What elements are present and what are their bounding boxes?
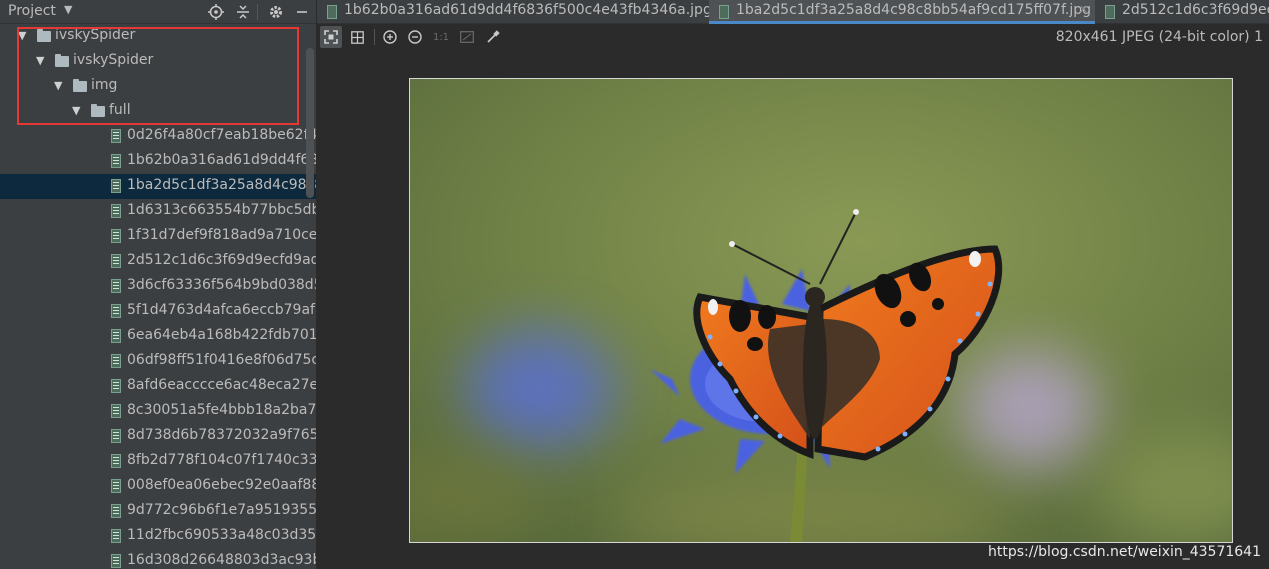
locate-icon[interactable] (206, 2, 226, 22)
tree-file-item[interactable]: 1d6313c663554b77bbc5db5 (0, 199, 316, 224)
image-file-icon (111, 479, 121, 493)
image-file-icon (111, 529, 121, 543)
tree-file-label: 9d772c96b6f1e7a9519355e (127, 502, 316, 518)
tree-file-label: 1f31d7def9f818ad9a710ce3 (127, 227, 316, 243)
tree-file-item[interactable]: 1b62b0a316ad61d9dd4f683 (0, 149, 316, 174)
zoom-in-icon[interactable] (379, 26, 401, 48)
image-canvas[interactable] (317, 50, 1269, 569)
image-file-icon (111, 254, 121, 268)
close-icon[interactable]: ✕ (1079, 3, 1088, 16)
tree-file-item[interactable]: 6ea64eb4a168b422fdb701b (0, 324, 316, 349)
tree-file-label: 8afd6eacccce6ac48eca27e5 (127, 377, 316, 393)
image-file-icon (111, 179, 121, 193)
tree-file-item[interactable]: 16d308d26648803d3ac93b1 (0, 549, 316, 569)
tree-file-item[interactable]: 5f1d4763d4afca6eccb79afa (0, 299, 316, 324)
gear-icon[interactable] (266, 2, 286, 22)
chevron-down-icon[interactable]: ▼ (64, 3, 72, 16)
project-panel: Project ▼ ▼ ivskySpider ▼ ivskySpider ▼ … (0, 0, 316, 569)
tree-file-item[interactable]: 8c30051a5fe4bbb18a2ba7a (0, 399, 316, 424)
tree-file-label: 1ba2d5c1df3a25a8d4c98c8b (127, 177, 316, 193)
image-file-icon (111, 554, 121, 568)
tree-file-item[interactable]: 008ef0ea06ebec92e0aaf88f (0, 474, 316, 499)
editor-tab-active[interactable]: 1ba2d5c1df3a25a8d4c98c8bb54af9cd175ff07f… (709, 0, 1095, 24)
tree-file-label: 0d26f4a80cf7eab18be62f41 (127, 127, 316, 143)
editor-tab[interactable]: 1b62b0a316ad61d9dd4f6836f500c4e43fb4346a… (317, 0, 709, 24)
image-file-icon (111, 204, 121, 218)
red-highlight-box (17, 27, 299, 125)
tree-file-item[interactable]: 9d772c96b6f1e7a9519355e (0, 499, 316, 524)
image-file-icon (111, 404, 121, 418)
fit-zoom-icon[interactable] (320, 26, 342, 48)
tree-file-label: 008ef0ea06ebec92e0aaf88f (127, 477, 316, 493)
hide-panel-icon[interactable] (292, 2, 312, 22)
tab-label: 2d512c1d6c3f69d9ec (1122, 2, 1269, 18)
watermark-url: https://blog.csdn.net/weixin_43571641 (987, 544, 1261, 560)
tab-label: 1ba2d5c1df3a25a8d4c98c8bb54af9cd175ff07f… (736, 2, 1091, 18)
image-toolbar: 1:1 820x461 JPEG (24-bit color) 1 (317, 24, 1269, 50)
image-file-icon (111, 129, 121, 143)
tree-file-label: 16d308d26648803d3ac93b1 (127, 552, 316, 568)
toolbar-separator (374, 29, 375, 45)
tree-file-label: 1b62b0a316ad61d9dd4f683 (127, 152, 316, 168)
tree-file-item[interactable]: 06df98ff51f0416e8f06d75c2 (0, 349, 316, 374)
tree-file-label: 6ea64eb4a168b422fdb701b (127, 327, 316, 343)
image-file-icon (1105, 5, 1115, 19)
image-file-icon (111, 229, 121, 243)
image-file-icon (111, 329, 121, 343)
image-file-icon (719, 5, 729, 19)
tree-file-item[interactable]: 8d738d6b78372032a9f76584 (0, 424, 316, 449)
collapse-all-icon[interactable] (233, 2, 253, 22)
tree-file-label: 8fb2d778f104c07f1740c3398 (127, 452, 316, 468)
tree-file-label: 11d2fbc690533a48c03d35b (127, 527, 316, 543)
image-file-icon (111, 379, 121, 393)
tree-file-label: 1d6313c663554b77bbc5db5 (127, 202, 316, 218)
tree-file-label: 8d738d6b78372032a9f76584 (127, 427, 316, 443)
image-file-icon (111, 279, 121, 293)
image-info-label: 820x461 JPEG (24-bit color) 1 (1055, 29, 1263, 45)
actual-size-button[interactable]: 1:1 (430, 26, 452, 48)
tree-file-label: 8c30051a5fe4bbb18a2ba7a (127, 402, 316, 418)
image-file-icon (111, 304, 121, 318)
tree-file-item[interactable]: 3d6cf63336f564b9bd038d5 (0, 274, 316, 299)
image-file-icon (111, 354, 121, 368)
tree-scrollbar-thumb[interactable] (306, 48, 314, 198)
tree-file-item[interactable]: 0d26f4a80cf7eab18be62f41 (0, 124, 316, 149)
image-file-icon (111, 454, 121, 468)
fit-window-icon[interactable] (456, 26, 478, 48)
zoom-out-icon[interactable] (404, 26, 426, 48)
project-panel-header: Project ▼ (0, 0, 316, 24)
image-file-icon (111, 504, 121, 518)
tab-label: 1b62b0a316ad61d9dd4f6836f500c4e43fb4346a… (344, 2, 709, 18)
grid-icon[interactable] (346, 26, 368, 48)
butterfly-photo (410, 79, 1232, 542)
image-file-icon (111, 154, 121, 168)
image-preview (409, 78, 1233, 543)
image-editor: 1b62b0a316ad61d9dd4f6836f500c4e43fb4346a… (317, 0, 1269, 569)
project-view-selector[interactable]: Project (8, 3, 56, 19)
editor-tab[interactable]: 2d512c1d6c3f69d9ec (1095, 0, 1269, 24)
tree-file-label: 3d6cf63336f564b9bd038d5 (127, 277, 316, 293)
image-file-icon (111, 429, 121, 443)
tree-file-label: 2d512c1d6c3f69d9ecfd9ada (127, 252, 316, 268)
tree-file-label: 5f1d4763d4afca6eccb79afa (127, 302, 316, 318)
header-separator (257, 4, 258, 20)
color-picker-icon[interactable] (482, 26, 504, 48)
tree-file-item[interactable]: 8afd6eacccce6ac48eca27e5 (0, 374, 316, 399)
tree-file-item-selected[interactable]: 1ba2d5c1df3a25a8d4c98c8b (0, 174, 316, 199)
editor-tab-bar: 1b62b0a316ad61d9dd4f6836f500c4e43fb4346a… (317, 0, 1269, 24)
image-file-icon (327, 5, 337, 19)
tree-file-item[interactable]: 1f31d7def9f818ad9a710ce3 (0, 224, 316, 249)
tree-file-item[interactable]: 8fb2d778f104c07f1740c3398 (0, 449, 316, 474)
tree-file-label: 06df98ff51f0416e8f06d75c2 (127, 352, 316, 368)
tree-file-item[interactable]: 2d512c1d6c3f69d9ecfd9ada (0, 249, 316, 274)
tree-file-item[interactable]: 11d2fbc690533a48c03d35b (0, 524, 316, 549)
